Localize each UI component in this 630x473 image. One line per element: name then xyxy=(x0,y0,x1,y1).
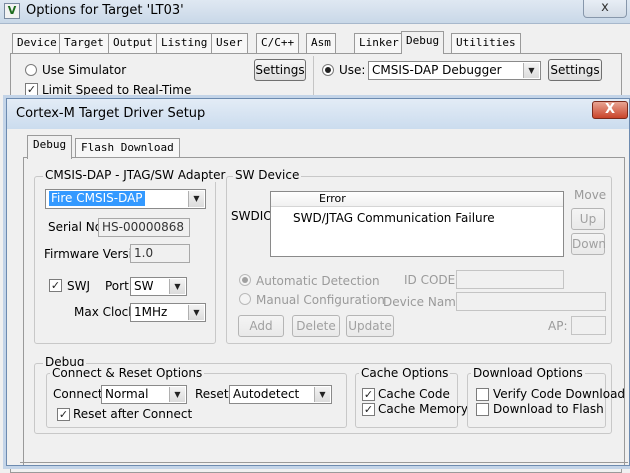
cache-memory-checkbox[interactable]: ✓ xyxy=(362,403,375,416)
use-simulator-radio[interactable] xyxy=(25,64,37,76)
connect-select[interactable]: Normal ▼ xyxy=(101,385,187,404)
limit-speed-checkbox[interactable]: ✓ xyxy=(25,83,38,96)
firmware-field: 1.0 xyxy=(130,244,190,263)
inner-tab-debug[interactable]: Debug xyxy=(27,135,73,159)
use-debugger-radio[interactable] xyxy=(322,64,334,76)
move-label: Move xyxy=(574,188,607,202)
port-select[interactable]: SW ▼ xyxy=(130,277,187,296)
chevron-down-icon: ▼ xyxy=(523,63,539,78)
swdio-label: SWDIO xyxy=(231,209,273,223)
chevron-down-icon: ▼ xyxy=(169,387,185,402)
reset-after-connect-checkbox[interactable]: ✓ xyxy=(57,408,70,421)
manual-config-radio[interactable] xyxy=(239,293,251,305)
reset-after-connect-label: Reset after Connect xyxy=(73,407,193,421)
outer-window-title: Options for Target 'LT03' xyxy=(26,3,184,18)
idcode-label: ID CODE: xyxy=(404,273,460,287)
column-error: Error xyxy=(319,192,346,205)
serial-field: HS-00000868 xyxy=(98,218,190,237)
auto-detect-radio[interactable] xyxy=(239,274,251,286)
swj-checkbox[interactable]: ✓ xyxy=(49,279,62,292)
cache-options-group-label: Cache Options xyxy=(359,366,451,380)
cache-code-label: Cache Code xyxy=(378,387,450,401)
ap-field xyxy=(571,316,606,335)
inner-close-button[interactable]: X xyxy=(592,101,628,119)
chevron-down-icon: ▼ xyxy=(188,305,204,320)
ap-label: AP: xyxy=(548,319,568,333)
inner-tab-flash-download[interactable]: Flash Download xyxy=(75,138,180,158)
sw-device-group-label: SW Device xyxy=(233,168,302,182)
debugger-select[interactable]: CMSIS-DAP Debugger ▼ xyxy=(368,61,541,80)
inner-titlebar: Cortex-M Target Driver Setup X xyxy=(7,99,629,129)
port-select-value: SW xyxy=(134,279,154,293)
connect-select-value: Normal xyxy=(105,387,149,401)
device-list-header: Error xyxy=(271,192,563,207)
tab-listing[interactable]: Listing xyxy=(156,33,213,53)
cache-memory-label: Cache Memory xyxy=(378,402,468,416)
download-options-group-label: Download Options xyxy=(471,366,585,380)
debugger-settings-button[interactable]: Settings xyxy=(548,59,602,81)
debugger-select-value: CMSIS-DAP Debugger xyxy=(372,63,502,77)
verify-download-label: Verify Code Download xyxy=(493,387,626,401)
manual-config-label: Manual Configuration xyxy=(256,293,385,307)
auto-detect-label: Automatic Detection xyxy=(256,274,380,288)
reset-label: Reset: xyxy=(195,387,233,401)
device-list[interactable]: Error SWD/JTAG Communication Failure xyxy=(270,191,564,257)
use-simulator-label: Use Simulator xyxy=(42,63,127,77)
verify-download-checkbox[interactable] xyxy=(476,388,489,401)
outer-divider xyxy=(313,56,314,100)
adapter-group-label: CMSIS-DAP - JTAG/SW Adapter xyxy=(43,168,228,182)
download-flash-label: Download to Flash xyxy=(493,402,604,416)
tab-user[interactable]: User xyxy=(211,33,248,53)
adapter-select[interactable]: Fire CMSIS-DAP ▼ xyxy=(45,189,206,209)
app-icon: V xyxy=(4,3,20,19)
tab-device[interactable]: Device xyxy=(12,33,62,53)
idcode-field xyxy=(456,270,564,289)
swj-label: SWJ xyxy=(67,279,91,293)
device-name-field xyxy=(456,292,606,311)
tab-target[interactable]: Target xyxy=(59,33,109,53)
move-up-button[interactable]: Up xyxy=(571,208,605,230)
tab-debug[interactable]: Debug xyxy=(401,31,445,54)
connect-label: Connect: xyxy=(53,387,107,401)
update-button[interactable]: Update xyxy=(346,315,394,337)
limit-speed-label: Limit Speed to Real-Time xyxy=(42,83,192,97)
chevron-down-icon: ▼ xyxy=(188,191,204,207)
max-clock-select[interactable]: 1MHz ▼ xyxy=(130,303,206,322)
tab-c-cpp[interactable]: C/C++ xyxy=(256,33,300,53)
use-label: Use: xyxy=(339,63,366,77)
add-button[interactable]: Add xyxy=(238,315,284,337)
cache-code-checkbox[interactable]: ✓ xyxy=(362,388,375,401)
outer-close-button[interactable]: x xyxy=(583,0,627,18)
download-flash-checkbox[interactable] xyxy=(476,403,489,416)
tab-linker[interactable]: Linker xyxy=(354,33,404,53)
delete-button[interactable]: Delete xyxy=(292,315,340,337)
simulator-settings-button[interactable]: Settings xyxy=(254,59,306,81)
chevron-down-icon: ▼ xyxy=(169,279,185,294)
adapter-select-value: Fire CMSIS-DAP xyxy=(49,191,145,206)
dialog-bottom-edge xyxy=(20,462,628,463)
reset-select-value: Autodetect xyxy=(233,387,300,401)
reset-select[interactable]: Autodetect ▼ xyxy=(229,385,332,404)
max-clock-select-value: 1MHz xyxy=(134,305,168,319)
inner-window-title: Cortex-M Target Driver Setup xyxy=(16,106,206,121)
device-error-row[interactable]: SWD/JTAG Communication Failure xyxy=(293,211,495,225)
tab-asm[interactable]: Asm xyxy=(306,33,336,53)
connect-reset-group-label: Connect & Reset Options xyxy=(50,366,205,380)
outer-titlebar: V Options for Target 'LT03' x xyxy=(0,0,630,24)
port-label: Port: xyxy=(105,279,133,293)
tab-utilities[interactable]: Utilities xyxy=(451,33,521,53)
tab-output[interactable]: Output xyxy=(108,33,158,53)
move-down-button[interactable]: Down xyxy=(571,233,606,255)
device-name-label: Device Name: xyxy=(383,295,468,309)
chevron-down-icon: ▼ xyxy=(314,387,330,402)
